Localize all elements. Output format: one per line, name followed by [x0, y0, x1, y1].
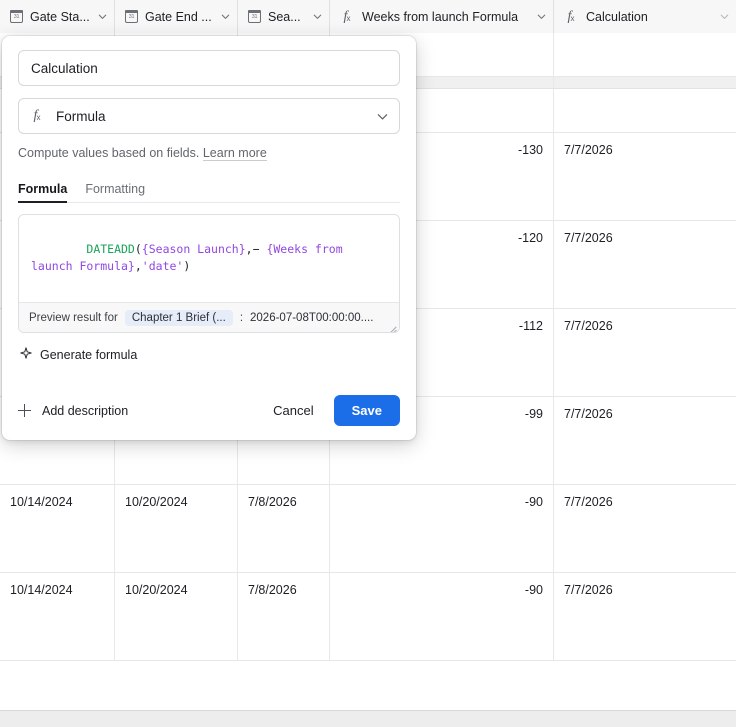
formula-icon: fx [343, 8, 351, 24]
grid-cell[interactable] [554, 661, 736, 710]
grid-cell[interactable]: 7/7/2026 [554, 309, 736, 396]
preview-label: Preview result for [29, 311, 118, 324]
add-description-button[interactable]: Add description [18, 404, 128, 418]
footer-actions: Cancel Save [269, 395, 400, 426]
save-button[interactable]: Save [333, 395, 400, 426]
formula-token-pun: ( [134, 242, 142, 256]
column-header-gate-start[interactable]: 31 Gate Sta... [0, 0, 115, 33]
preview-record-chip[interactable]: Chapter 1 Brief (... [124, 309, 233, 326]
grid-cell[interactable] [0, 661, 115, 710]
airtable-field-editor-screen: 31 Gate Sta... 31 Gate End ... 31 Sea... [0, 0, 736, 727]
formula-preview-bar: Preview result for Chapter 1 Brief (... … [19, 302, 399, 332]
formula-icon: fx [33, 108, 41, 123]
field-name-input[interactable] [18, 50, 400, 86]
grid-cell[interactable]: 10/20/2024 [115, 573, 238, 660]
plus-icon [18, 404, 31, 417]
column-header-label: Sea... [268, 9, 301, 24]
chevron-down-icon[interactable] [376, 110, 389, 123]
field-editor-popup: fx Formula Compute values based on field… [2, 36, 416, 440]
cancel-button[interactable]: Cancel [269, 397, 317, 424]
formula-icon: fx [567, 8, 575, 24]
grid-cell[interactable] [330, 661, 554, 710]
formula-input[interactable]: DATEADD({Season Launch},− {Weeks from la… [19, 215, 399, 332]
column-header-bar: 31 Gate Sta... 31 Gate End ... 31 Sea... [0, 0, 736, 33]
column-header-calculation[interactable]: fx Calculation [554, 0, 736, 33]
chevron-down-icon[interactable] [220, 11, 231, 22]
grid-cell[interactable]: -90 [330, 485, 554, 572]
grid-cell-blank [554, 77, 736, 88]
generate-formula-button[interactable]: Generate formula [18, 345, 139, 364]
helper-text: Compute values based on fields. [18, 146, 200, 160]
formula-token-fn: DATEADD [86, 242, 135, 256]
field-type-helper-text: Compute values based on fields. Learn mo… [18, 145, 400, 161]
grid-cell[interactable]: -90 [330, 573, 554, 660]
preview-separator: : [239, 311, 244, 324]
column-header-gate-end[interactable]: 31 Gate End ... [115, 0, 238, 33]
column-header-label: Gate Sta... [30, 9, 90, 24]
popup-footer: Add description Cancel Save [18, 395, 400, 426]
table-row[interactable]: 10/14/2024 10/20/2024 7/8/2026 -90 7/7/2… [0, 485, 736, 573]
grid-cell[interactable] [554, 89, 736, 132]
field-type-select[interactable]: fx Formula [18, 98, 400, 134]
chevron-down-icon[interactable] [312, 11, 323, 22]
table-row-add[interactable] [0, 661, 736, 711]
learn-more-link[interactable]: Learn more [202, 146, 267, 161]
field-type-label: Formula [56, 108, 106, 124]
resize-handle-icon[interactable] [386, 289, 397, 332]
grid-cell[interactable]: 7/7/2026 [554, 133, 736, 220]
grid-cell[interactable]: 7/7/2026 [554, 397, 736, 484]
chevron-down-icon[interactable] [97, 11, 108, 22]
grid-cell[interactable]: 10/14/2024 [0, 573, 115, 660]
sparkle-icon [20, 347, 32, 362]
grid-cell[interactable]: 7/7/2026 [554, 573, 736, 660]
tab-formatting[interactable]: Formatting [85, 182, 145, 203]
formula-token-pun: , [245, 242, 253, 256]
grid-cell[interactable]: 7/7/2026 [554, 485, 736, 572]
column-header-label: Calculation [586, 9, 648, 24]
formula-editor-box: DATEADD({Season Launch},− {Weeks from la… [18, 214, 400, 333]
column-header-label: Weeks from launch Formula [362, 9, 519, 24]
grid-cell[interactable]: 7/8/2026 [238, 573, 330, 660]
tab-formula[interactable]: Formula [18, 182, 68, 203]
table-row[interactable]: 10/14/2024 10/20/2024 7/8/2026 -90 7/7/2… [0, 573, 736, 661]
calendar-icon: 31 [10, 10, 23, 23]
grid-cell[interactable] [554, 33, 736, 76]
formula-token-field: {Season Launch} [141, 242, 246, 256]
grid-cell[interactable] [238, 661, 330, 710]
chevron-down-icon[interactable] [536, 11, 547, 22]
column-header-season[interactable]: 31 Sea... [238, 0, 330, 33]
grid-cell[interactable] [115, 661, 238, 710]
formula-token-str: 'date' [141, 259, 184, 273]
chevron-down-icon[interactable] [719, 11, 730, 22]
calendar-icon: 31 [248, 10, 261, 23]
generate-formula-label: Generate formula [40, 347, 138, 362]
column-header-weeks-from-launch-formula[interactable]: fx Weeks from launch Formula [330, 0, 554, 33]
preview-value: 2026-07-08T00:00:00.... [250, 311, 374, 324]
grid-bottom-bar [0, 711, 736, 727]
formula-tabs: Formula Formatting [18, 176, 400, 203]
grid-cell[interactable]: 7/8/2026 [238, 485, 330, 572]
grid-cell[interactable]: 7/7/2026 [554, 221, 736, 308]
grid-cell[interactable]: 10/14/2024 [0, 485, 115, 572]
add-description-label: Add description [42, 403, 129, 418]
column-header-label: Gate End ... [145, 9, 212, 24]
grid-cell[interactable]: 10/20/2024 [115, 485, 238, 572]
formula-token-pun: ) [183, 259, 191, 273]
calendar-icon: 31 [125, 10, 138, 23]
formula-token-pun: , [134, 259, 142, 273]
formula-token-pun: − [252, 242, 267, 256]
